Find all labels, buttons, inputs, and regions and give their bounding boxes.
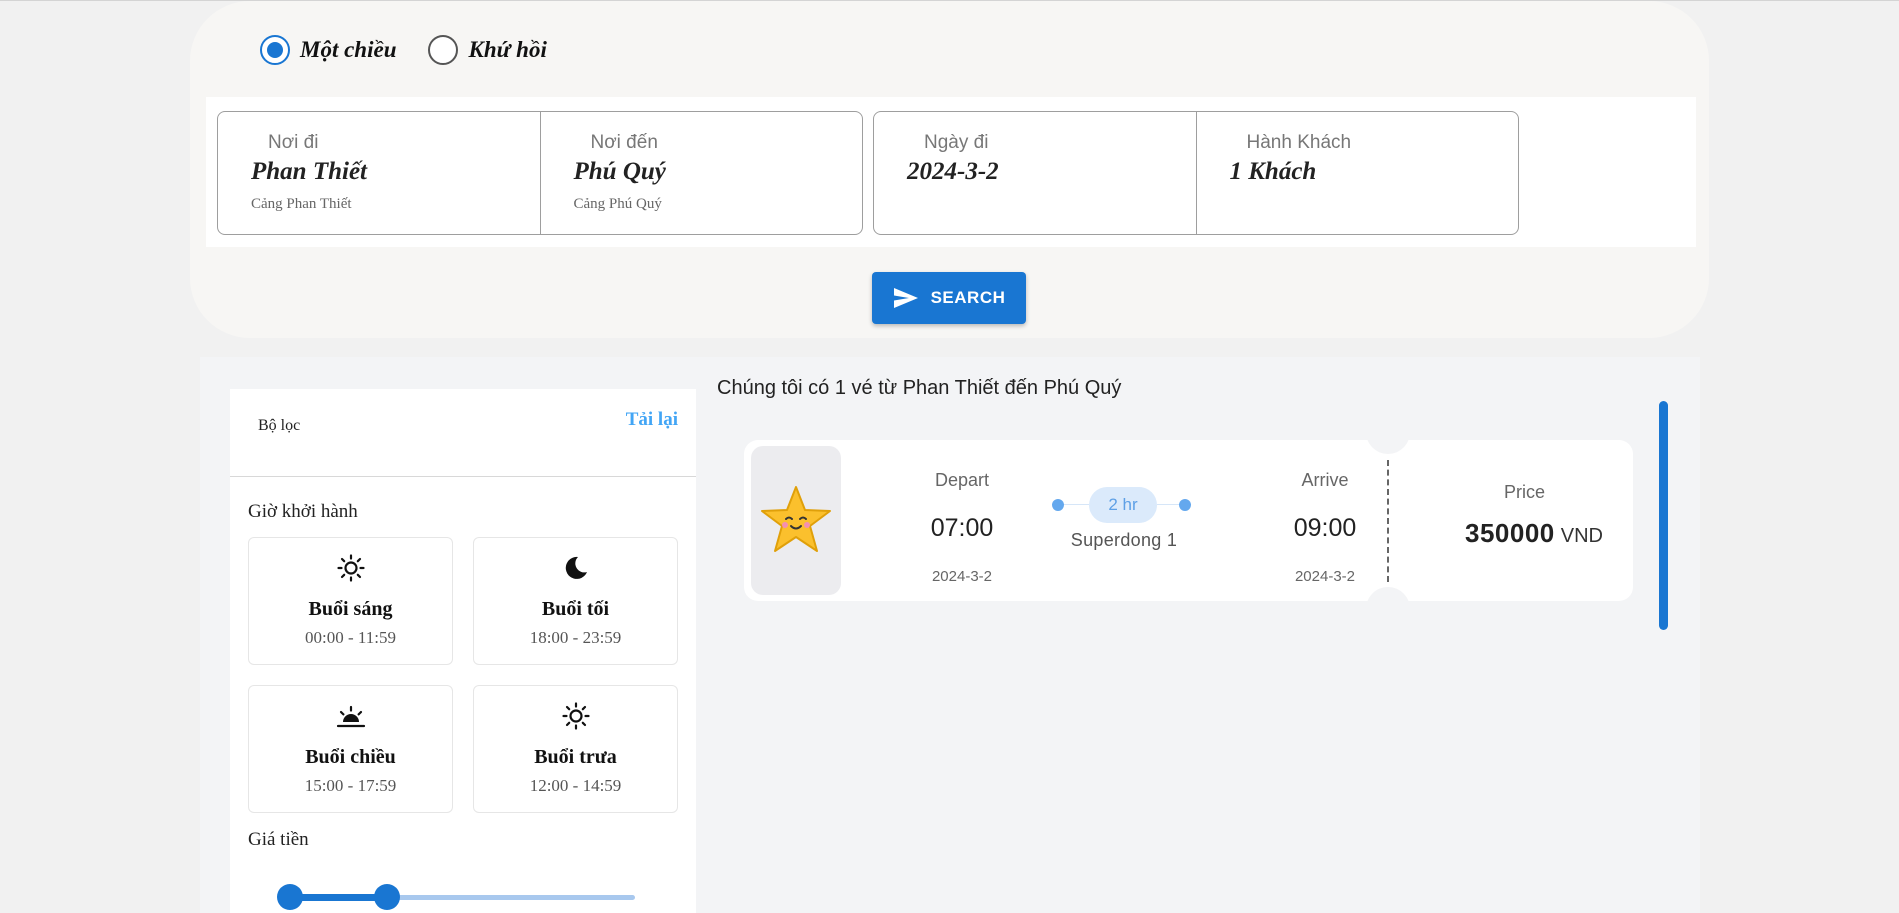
date-passenger-group: Ngày đi 2024-3-2 Hành Khách 1 Khách [873,111,1519,235]
to-port: Cảng Phú Quý [573,196,662,212]
time-slot-range: 12:00 - 14:59 [529,776,622,795]
to-field[interactable]: Nơi đến Phú Quý Cảng Phú Quý [539,112,863,234]
passenger-value: 1 Khách [1229,158,1317,185]
price-title: Giá tiền [248,829,309,850]
price-label: Price [1504,482,1546,502]
time-slot-noon[interactable]: Buổi trưa 12:00 - 14:59 [473,685,678,813]
slider-track [290,894,387,901]
time-slot-afternoon[interactable]: Buổi chiều 15:00 - 17:59 [248,685,453,813]
price-value: 350000 [1465,518,1555,548]
reload-link[interactable]: Tải lại [626,409,678,431]
time-slot-name: Buổi tối [541,598,610,620]
one-way-label: Một chiều [300,37,397,62]
filter-title: Bộ lọc [258,417,301,434]
ticket-notch-top [1366,410,1410,454]
star-mascot-icon [761,485,831,552]
route-line-left [1064,504,1089,505]
results-area: Bộ lọc Tải lại Giờ khởi hành Buổi sáng 0… [200,357,1700,913]
ticket-divider [1387,460,1389,582]
depart-time: 07:00 [930,514,994,542]
results-heading: Chúng tôi có 1 vé từ Phan Thiết đến Phú … [717,377,1122,399]
filter-header: Bộ lọc Tải lại [230,389,696,477]
time-slot-range: 18:00 - 23:59 [529,628,622,647]
route-field-group: Nơi đi Phan Thiết Cảng Phan Thiết Nơi đế… [217,111,863,235]
time-slot-morning[interactable]: Buổi sáng 00:00 - 11:59 [248,537,453,665]
search-panel: Một chiều Khứ hồi Nơi đi Phan Thiết Cảng… [190,1,1709,338]
one-way-radio[interactable]: Một chiều [260,35,396,65]
send-icon [893,288,918,308]
ticket-card[interactable]: Depart 07:00 2024-3-2 2 hr Superdong 1 A… [744,410,1634,631]
date-value: 2024-3-2 [907,158,999,185]
from-field[interactable]: Nơi đi Phan Thiết Cảng Phan Thiết [218,112,540,234]
search-fields: Nơi đi Phan Thiết Cảng Phan Thiết Nơi đế… [206,97,1696,247]
time-slot-name: Buổi trưa [534,746,617,768]
from-label: Nơi đi [268,132,319,153]
radio-unselected-icon[interactable] [428,35,459,65]
ticket-notch-bottom [1366,587,1410,631]
slider-thumb-max[interactable] [373,884,400,910]
time-slot-evening[interactable]: Buổi tối 18:00 - 23:59 [473,537,678,665]
from-value: Phan Thiết [251,158,367,185]
search-button[interactable]: SEARCH [872,272,1026,324]
sun-icon [336,554,365,582]
time-slot-range: 00:00 - 11:59 [305,628,396,647]
round-trip-label: Khứ hồi [468,37,547,62]
from-port: Cảng Phan Thiết [251,196,352,212]
time-slot-name: Buổi chiều [305,746,396,768]
sun-icon [561,702,590,730]
operator-logo [751,446,841,595]
arrive-label: Arrive [1301,470,1349,490]
to-value: Phú Quý [573,158,666,185]
search-button-label: SEARCH [930,288,1006,307]
price-currency: VND [1560,525,1603,547]
to-label: Nơi đến [590,132,658,153]
results-scrollbar[interactable] [1659,401,1668,630]
time-slot-range: 15:00 - 17:59 [304,776,397,795]
depart-label: Depart [934,470,990,490]
slider-thumb-min[interactable] [277,884,303,910]
trip-type-group: Một chiều Khứ hồi [260,35,579,65]
passenger-field[interactable]: Hành Khách 1 Khách [1195,112,1519,234]
passenger-label: Hành Khách [1246,132,1352,153]
date-field[interactable]: Ngày đi 2024-3-2 [874,112,1196,234]
depart-date: 2024-3-2 [931,568,993,585]
filter-panel: Bộ lọc Tải lại Giờ khởi hành Buổi sáng 0… [230,389,696,913]
sunset-icon [336,705,365,728]
moon-icon [565,556,587,579]
time-slot-name: Buổi sáng [308,598,393,620]
round-trip-radio[interactable]: Khứ hồi [428,35,547,65]
date-label: Ngày đi [924,132,989,153]
route-start-dot [1052,499,1064,511]
radio-selected-icon[interactable] [260,35,290,65]
arrive-date: 2024-3-2 [1294,568,1356,585]
route-end-dot [1179,499,1191,511]
departure-time-title: Giờ khởi hành [248,501,358,522]
route-line-right [1157,504,1179,505]
arrive-time: 09:00 [1293,514,1357,542]
duration-pill: 2 hr [1089,487,1157,523]
price-range-slider[interactable] [277,882,635,912]
vessel-name: Superdong 1 [1070,530,1178,550]
price-row: 350000 VND [1434,518,1634,549]
